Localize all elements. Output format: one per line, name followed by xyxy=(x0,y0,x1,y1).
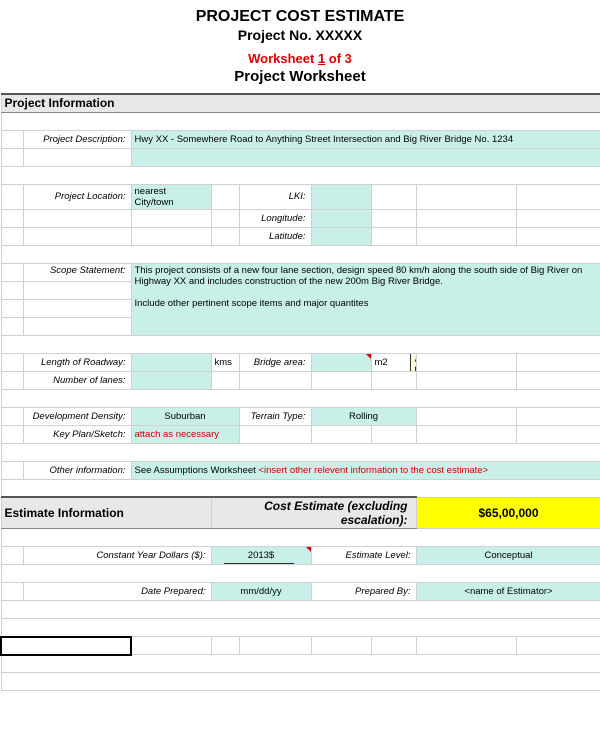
input-density[interactable]: Suburban xyxy=(131,407,239,425)
label-terrain: Terrain Type: xyxy=(239,407,311,425)
input-length[interactable] xyxy=(131,353,211,371)
worksheet-grid[interactable]: Project Information Project Description:… xyxy=(0,93,600,691)
label-date: Date Prepared: xyxy=(23,583,211,601)
input-other[interactable]: See Assumptions Worksheet <insert other … xyxy=(131,461,600,479)
section-project-info: Project Information xyxy=(1,94,600,112)
label-scope: Scope Statement: xyxy=(23,263,131,281)
header: PROJECT COST ESTIMATE Project No. XXXXX xyxy=(0,0,600,45)
input-bridge[interactable] xyxy=(311,353,371,371)
label-longitude: Longitude: xyxy=(239,209,311,227)
label-latitude: Latitude: xyxy=(239,227,311,245)
label-prepared-by: Prepared By: xyxy=(311,583,416,601)
input-constant-year[interactable]: 2013$ i.e. based on prices prevailing in… xyxy=(211,547,311,565)
label-cost-estimate: Cost Estimate (excluding escalation): xyxy=(211,497,416,529)
label-estimate-level: Estimate Level: xyxy=(311,547,416,565)
label-description: Project Description: xyxy=(23,130,131,148)
input-estimate-level[interactable]: Conceptual xyxy=(416,547,600,565)
label-lanes: Number of lanes: xyxy=(23,371,131,389)
note-bridge: Applicable if project includes a structu… xyxy=(410,353,417,371)
input-scope[interactable]: This project consists of a new four lane… xyxy=(131,263,600,335)
selected-cell[interactable] xyxy=(1,637,131,655)
input-prepared-by[interactable]: <name of Estimator> xyxy=(416,583,600,601)
input-date[interactable]: mm/dd/yy xyxy=(211,583,311,601)
input-lki[interactable] xyxy=(311,184,371,209)
note-constant-year: i.e. based on prices prevailing in 2013 xyxy=(224,563,294,565)
value-cost[interactable]: $65,00,000 xyxy=(416,497,600,529)
unit-kms: kms xyxy=(211,353,239,371)
label-keyplan: Key Plan/Sketch: xyxy=(23,425,131,443)
project-number: Project No. XXXXX xyxy=(0,27,600,43)
input-longitude[interactable] xyxy=(311,209,371,227)
subhead: Project Worksheet xyxy=(0,68,600,85)
title: PROJECT COST ESTIMATE xyxy=(0,8,600,26)
input-location[interactable]: nearest City/town xyxy=(131,184,211,209)
section-estimate-info: Estimate Information xyxy=(1,497,211,529)
input-keyplan[interactable]: attach as necessary xyxy=(131,425,239,443)
label-bridge: Bridge area: xyxy=(239,353,311,371)
other-hint: <insert other relevent information to th… xyxy=(258,465,488,476)
label-other: Other information: xyxy=(23,461,131,479)
input-latitude[interactable] xyxy=(311,227,371,245)
label-length: Length of Roadway: xyxy=(23,353,131,371)
input-terrain[interactable]: Rolling xyxy=(311,407,416,425)
label-constant-year: Constant Year Dollars ($): xyxy=(23,547,211,565)
unit-m2: m2 Applicable if project includes a stru… xyxy=(371,353,416,371)
input-description[interactable]: Hwy XX - Somewhere Road to Anything Stre… xyxy=(131,130,600,148)
label-lki: LKI: xyxy=(239,184,311,209)
label-location: Project Location: xyxy=(23,184,131,209)
input-lanes[interactable] xyxy=(131,371,211,389)
label-density: Development Density: xyxy=(23,407,131,425)
worksheet-line: Worksheet 1 of 3 xyxy=(0,51,600,66)
